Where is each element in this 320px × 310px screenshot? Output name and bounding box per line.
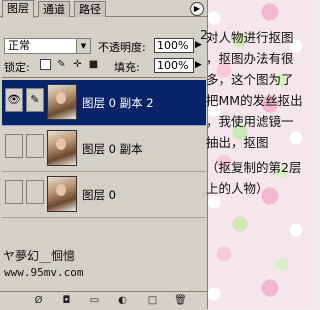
folder-icon[interactable]: ▭	[88, 294, 101, 307]
layer-style-icon[interactable]: Ø	[32, 294, 45, 307]
tab-paths[interactable]: 路径	[74, 1, 106, 17]
layer-thumbnail	[47, 130, 77, 166]
lock-paint-brush-icon[interactable]: ✎	[56, 59, 67, 70]
layer-row-0[interactable]: 图层 0	[2, 172, 206, 218]
layers-panel: 图层 通道 路径 ▶ 正常 ▼ 不透明度: 100% ▶ 锁定: ✎ ✛ ■ 填…	[0, 0, 208, 310]
layer-row-0-copy[interactable]: 图层 0 副本	[2, 126, 206, 172]
lock-transparency-icon[interactable]	[40, 59, 51, 70]
panel-tabs: 图层 通道 路径 ▶	[0, 0, 207, 18]
eye-icon[interactable]: 👁	[5, 88, 23, 112]
fill-label: 填充:	[114, 61, 140, 74]
fill-arrow-icon[interactable]: ▶	[193, 59, 204, 72]
fill-field[interactable]: 100%	[154, 58, 194, 73]
tutorial-note: 对人物进行抠图 ，抠图办法有很 多，这个图为了 把MM的发丝抠出 ，我使用滤镜一…	[206, 27, 310, 199]
note-line: （抠复制的第2层	[206, 160, 302, 175]
lock-all-icon[interactable]: ■	[88, 59, 99, 70]
panel-menu-icon[interactable]: ▶	[190, 2, 204, 16]
note-line: ，我使用滤镜一	[206, 114, 294, 129]
layer-row-0-copy-2[interactable]: 👁 ✎ 图层 0 副本 2	[2, 80, 206, 126]
note-line: 把MM的发丝抠出	[206, 93, 303, 108]
adjustment-icon[interactable]: ◐	[116, 294, 129, 307]
note-line: 上的人物）	[206, 181, 269, 196]
link-toggle[interactable]	[26, 134, 44, 158]
layer-name: 图层 0 副本	[82, 142, 143, 156]
new-layer-icon[interactable]: □	[146, 294, 159, 307]
link-toggle[interactable]	[26, 180, 44, 204]
panel-bottom-bar: Ø ◘ ▭ ◐ □ 🗑	[0, 291, 207, 310]
blend-mode-value: 正常	[8, 39, 30, 52]
note-line: 抽出，抠图	[206, 135, 269, 150]
note-line: 多，这个图为了	[206, 72, 294, 87]
blend-opacity-row: 正常 ▼ 不透明度: 100% ▶	[4, 38, 204, 54]
layer-name: 图层 0	[82, 188, 116, 202]
lock-move-icon[interactable]: ✛	[72, 59, 83, 70]
trash-icon[interactable]: 🗑	[174, 294, 187, 307]
tab-channels[interactable]: 通道	[38, 1, 70, 17]
mask-icon[interactable]: ◘	[60, 294, 73, 307]
chevron-down-icon[interactable]: ▼	[76, 39, 90, 53]
note-line: 对人物进行抠图	[206, 30, 294, 45]
opacity-label: 不透明度:	[98, 41, 146, 54]
layer-name: 图层 0 副本 2	[82, 96, 154, 110]
blend-mode-select[interactable]: 正常 ▼	[4, 38, 91, 54]
opacity-field[interactable]: 100%	[154, 38, 194, 53]
layer-thumbnail	[47, 84, 77, 120]
layer-thumbnail	[47, 176, 77, 212]
lock-label: 锁定:	[4, 61, 30, 74]
visibility-toggle[interactable]	[5, 134, 23, 158]
site-url: www.95mv.com	[4, 266, 84, 279]
tab-layers[interactable]: 图层	[2, 0, 34, 18]
note-line: ，抠图办法有很	[206, 51, 294, 66]
lock-fill-row: 锁定: ✎ ✛ ■ 填充: 100% ▶	[4, 58, 204, 74]
credit-text: ヤ夢幻__恛憶	[3, 249, 76, 263]
brush-icon[interactable]: ✎	[26, 88, 44, 112]
visibility-toggle[interactable]	[5, 180, 23, 204]
